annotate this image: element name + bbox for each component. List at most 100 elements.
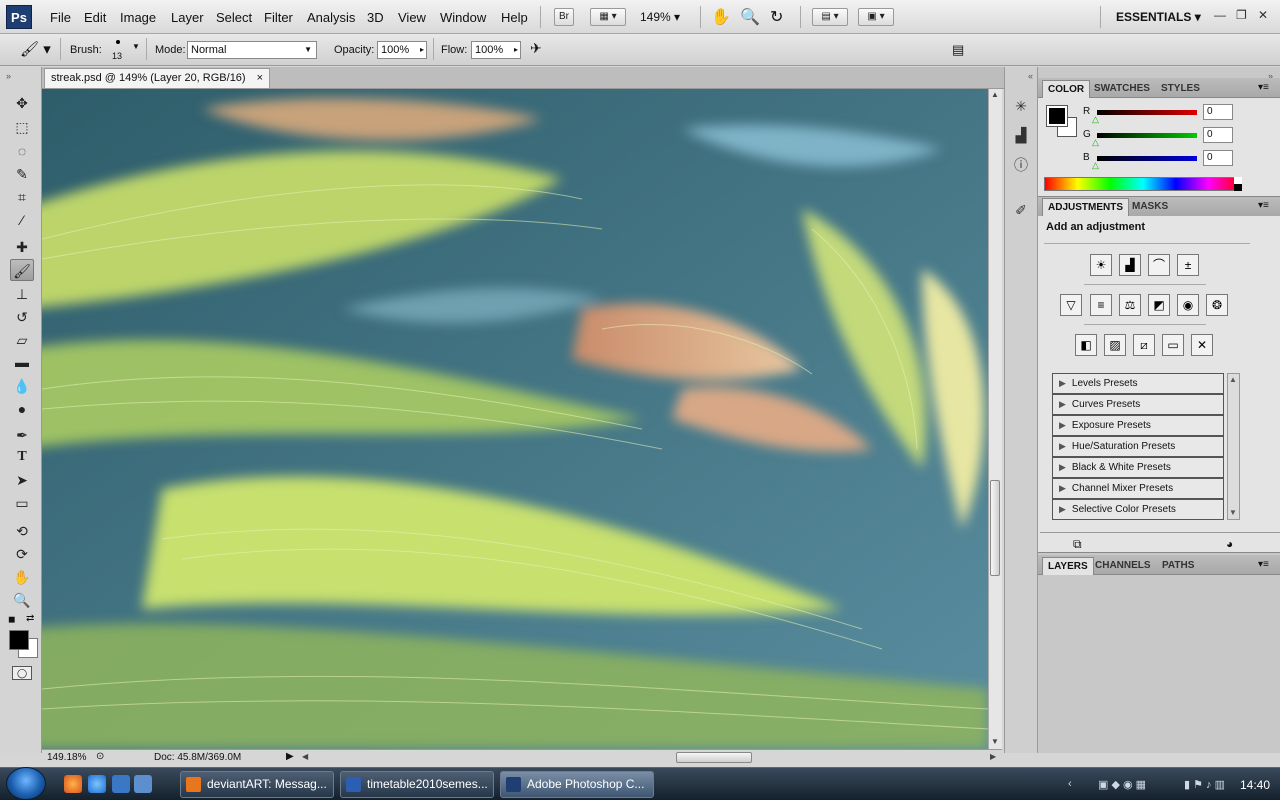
stamp-icon[interactable]: ⊥: [10, 283, 34, 305]
green-slider[interactable]: [1097, 133, 1197, 138]
posterize-icon[interactable]: ▨: [1104, 334, 1126, 356]
document-canvas[interactable]: [42, 89, 988, 749]
hue-saturation-icon[interactable]: ≡: [1090, 294, 1112, 316]
menu-select[interactable]: Select: [216, 10, 252, 25]
blur-icon[interactable]: 💧: [10, 375, 34, 397]
path-select-icon[interactable]: ➤: [10, 469, 34, 491]
3d-rotate-icon[interactable]: ⟲: [10, 520, 34, 542]
histogram-icon[interactable]: ▟: [1010, 124, 1032, 146]
red-value-field[interactable]: 0: [1203, 104, 1233, 120]
screen-mode-button[interactable]: ▣ ▾: [858, 8, 894, 26]
tab-styles[interactable]: STYLES: [1156, 80, 1205, 98]
type-icon[interactable]: T: [10, 446, 34, 468]
tab-channels[interactable]: CHANNELS: [1090, 557, 1156, 575]
taskbar-item-photoshop[interactable]: Adobe Photoshop C...: [500, 771, 654, 798]
move-icon[interactable]: ✥: [10, 92, 34, 114]
preset-black-white[interactable]: ▶ Black & White Presets: [1052, 457, 1224, 478]
navigator-icon[interactable]: ✳: [1010, 95, 1032, 117]
scroll-down-icon[interactable]: ▼: [991, 737, 999, 746]
black-white-icon[interactable]: ◩: [1148, 294, 1170, 316]
preset-hue-saturation[interactable]: ▶ Hue/Saturation Presets: [1052, 436, 1224, 457]
status-icon[interactable]: ⊙: [96, 751, 104, 762]
eyedropper-icon[interactable]: ⁄: [10, 209, 34, 231]
menu-filter[interactable]: Filter: [264, 10, 293, 25]
slider-handle-icon[interactable]: △: [1092, 160, 1099, 171]
quick-select-icon[interactable]: ✎: [10, 163, 34, 185]
foreground-color-swatch[interactable]: [9, 630, 29, 650]
levels-icon[interactable]: ▟: [1119, 254, 1141, 276]
opacity-field[interactable]: 100% ▸: [377, 41, 427, 59]
black-swatch[interactable]: [1234, 184, 1242, 191]
rotate-view-icon[interactable]: ↻: [770, 7, 783, 27]
start-button[interactable]: [6, 767, 46, 800]
vibrance-icon[interactable]: ▽: [1060, 294, 1082, 316]
preset-selective-color[interactable]: ▶ Selective Color Presets: [1052, 499, 1224, 520]
panel-menu-icon[interactable]: ▾≡: [1258, 559, 1269, 570]
zoom-percentage-field[interactable]: 149.18%: [47, 752, 86, 763]
tray-expand-icon[interactable]: ‹: [1068, 778, 1072, 790]
document-tab[interactable]: streak.psd @ 149% (Layer 20, RGB/16) ×: [44, 68, 270, 88]
close-icon[interactable]: ✕: [1258, 8, 1268, 22]
collapse-icon[interactable]: »: [6, 71, 11, 81]
exposure-icon[interactable]: ±: [1177, 254, 1199, 276]
panel-menu-icon[interactable]: ▾≡: [1258, 82, 1269, 93]
tab-masks[interactable]: MASKS: [1127, 198, 1173, 216]
invert-icon[interactable]: ◧: [1075, 334, 1097, 356]
menu-edit[interactable]: Edit: [84, 10, 106, 25]
scroll-down-icon[interactable]: ▼: [1229, 508, 1237, 517]
arrange-documents-button[interactable]: ▤ ▾: [812, 8, 848, 26]
switch-windows-icon[interactable]: [134, 775, 152, 793]
menu-file[interactable]: File: [50, 10, 71, 25]
dodge-icon[interactable]: ●: [10, 398, 34, 420]
quick-mask-icon[interactable]: ◯: [12, 666, 32, 680]
green-value-field[interactable]: 0: [1203, 127, 1233, 143]
menu-layer[interactable]: Layer: [171, 10, 204, 25]
menu-image[interactable]: Image: [120, 10, 156, 25]
tray-system-icons[interactable]: ▮ ⚑ ♪ ▥: [1184, 778, 1225, 791]
expand-panels-icon[interactable]: «: [1028, 71, 1033, 81]
color-spectrum-ramp[interactable]: [1044, 177, 1242, 191]
preset-levels[interactable]: ▶ Levels Presets: [1052, 373, 1224, 394]
layer-visibility-icon[interactable]: ◕: [1226, 537, 1233, 551]
lasso-icon[interactable]: ◌: [10, 140, 34, 162]
history-brush-icon[interactable]: ↺: [10, 306, 34, 328]
blue-slider[interactable]: [1097, 156, 1197, 161]
brightness-contrast-icon[interactable]: ☀: [1090, 254, 1112, 276]
horizontal-scroll-thumb[interactable]: [676, 752, 752, 763]
zoom-icon[interactable]: 🔍: [10, 589, 34, 611]
photo-filter-icon[interactable]: ◉: [1177, 294, 1199, 316]
taskbar-item-deviantart[interactable]: deviantART: Messag...: [180, 771, 334, 798]
color-balance-icon[interactable]: ⚖: [1119, 294, 1141, 316]
preset-channel-mixer[interactable]: ▶ Channel Mixer Presets: [1052, 478, 1224, 499]
tab-layers[interactable]: LAYERS: [1042, 557, 1094, 575]
gradient-icon[interactable]: ▬: [10, 351, 34, 373]
panel-toggle-icon[interactable]: ▤: [952, 42, 964, 58]
menu-help[interactable]: Help: [501, 10, 528, 25]
menu-view[interactable]: View: [398, 10, 426, 25]
brush-icon[interactable]: 🖌: [10, 259, 34, 281]
menu-window[interactable]: Window: [440, 10, 486, 25]
tab-adjustments[interactable]: ADJUSTMENTS: [1042, 198, 1130, 216]
tab-paths[interactable]: PATHS: [1157, 557, 1199, 575]
flow-field[interactable]: 100% ▸: [471, 41, 521, 59]
crop-icon[interactable]: ⌗: [10, 186, 34, 208]
pen-icon[interactable]: ✒: [10, 424, 34, 446]
clip-to-layer-icon[interactable]: ⧉: [1073, 537, 1082, 552]
scroll-up-icon[interactable]: ▲: [1229, 375, 1237, 384]
zoom-tool-icon[interactable]: 🔍: [740, 7, 760, 27]
slider-handle-icon[interactable]: △: [1092, 114, 1099, 125]
hand-tool-icon[interactable]: ✋: [711, 7, 731, 27]
view-extras-button[interactable]: ▦ ▾: [590, 8, 626, 26]
preset-exposure[interactable]: ▶ Exposure Presets: [1052, 415, 1224, 436]
scroll-left-icon[interactable]: ◀: [302, 752, 308, 761]
vertical-scrollbar[interactable]: [988, 89, 1002, 749]
slider-handle-icon[interactable]: △: [1092, 137, 1099, 148]
minimize-icon[interactable]: —: [1214, 8, 1226, 22]
tray-app-icons[interactable]: ▣ ◆ ◉ ▦: [1098, 778, 1146, 791]
blue-value-field[interactable]: 0: [1203, 150, 1233, 166]
eraser-icon[interactable]: ▱: [10, 329, 34, 351]
brush-preset-icon[interactable]: 🖌 ▾: [20, 40, 51, 58]
scroll-up-icon[interactable]: ▲: [991, 90, 999, 99]
swap-colors-icon[interactable]: ⇄: [26, 613, 34, 624]
info-icon[interactable]: ⓘ: [1010, 154, 1032, 176]
